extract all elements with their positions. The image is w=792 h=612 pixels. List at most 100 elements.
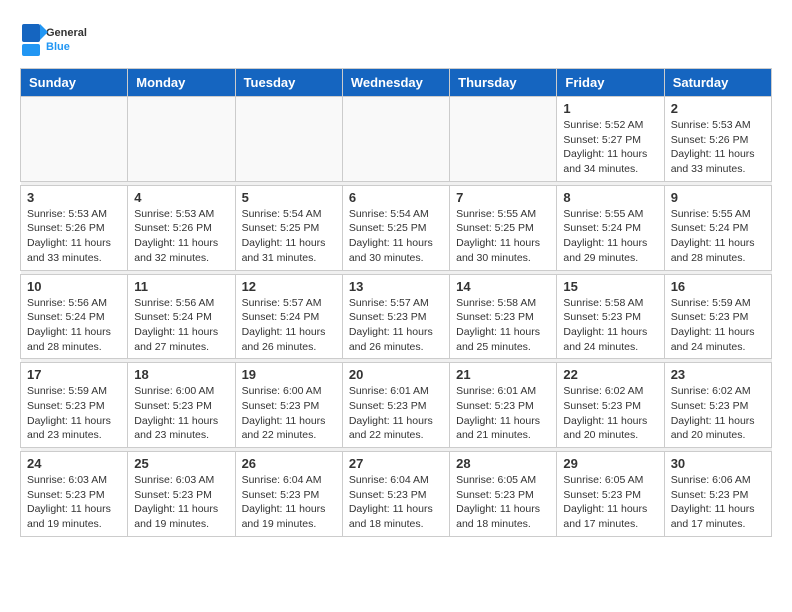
day-number: 24 (27, 456, 121, 471)
day-info: Sunrise: 5:54 AM Sunset: 5:25 PM Dayligh… (349, 207, 443, 266)
day-number: 21 (456, 367, 550, 382)
day-info: Sunrise: 5:53 AM Sunset: 5:26 PM Dayligh… (134, 207, 228, 266)
day-number: 16 (671, 279, 765, 294)
day-number: 19 (242, 367, 336, 382)
day-info: Sunrise: 6:05 AM Sunset: 5:23 PM Dayligh… (563, 473, 657, 532)
calendar-day-cell: 24 Sunrise: 6:03 AM Sunset: 5:23 PM Dayli… (21, 452, 128, 537)
calendar-day-cell: 6 Sunrise: 5:54 AM Sunset: 5:25 PM Daylig… (342, 185, 449, 270)
day-number: 26 (242, 456, 336, 471)
day-info: Sunrise: 5:55 AM Sunset: 5:24 PM Dayligh… (671, 207, 765, 266)
day-number: 6 (349, 190, 443, 205)
day-number: 23 (671, 367, 765, 382)
day-number: 8 (563, 190, 657, 205)
calendar-day-cell (342, 97, 449, 182)
day-number: 30 (671, 456, 765, 471)
logo: General Blue (20, 20, 100, 60)
day-number: 9 (671, 190, 765, 205)
day-info: Sunrise: 5:58 AM Sunset: 5:23 PM Dayligh… (456, 296, 550, 355)
calendar-day-cell: 23 Sunrise: 6:02 AM Sunset: 5:23 PM Dayli… (664, 363, 771, 448)
day-number: 22 (563, 367, 657, 382)
calendar-day-header: Thursday (450, 69, 557, 97)
day-info: Sunrise: 5:56 AM Sunset: 5:24 PM Dayligh… (27, 296, 121, 355)
day-info: Sunrise: 6:00 AM Sunset: 5:23 PM Dayligh… (134, 384, 228, 443)
day-info: Sunrise: 6:03 AM Sunset: 5:23 PM Dayligh… (27, 473, 121, 532)
day-number: 25 (134, 456, 228, 471)
calendar-day-cell: 4 Sunrise: 5:53 AM Sunset: 5:26 PM Daylig… (128, 185, 235, 270)
day-info: Sunrise: 6:02 AM Sunset: 5:23 PM Dayligh… (563, 384, 657, 443)
calendar-day-cell: 29 Sunrise: 6:05 AM Sunset: 5:23 PM Dayli… (557, 452, 664, 537)
calendar-day-cell: 27Sunrise: 6:04 AM Sunset: 5:23 PM Dayli… (342, 452, 449, 537)
day-info: Sunrise: 5:57 AM Sunset: 5:23 PM Dayligh… (349, 296, 443, 355)
calendar-week-row: 3 Sunrise: 5:53 AM Sunset: 5:26 PM Daylig… (21, 185, 772, 270)
day-number: 11 (134, 279, 228, 294)
calendar-day-cell: 1 Sunrise: 5:52 AM Sunset: 5:27 PM Daylig… (557, 97, 664, 182)
calendar-day-cell: 25 Sunrise: 6:03 AM Sunset: 5:23 PM Dayli… (128, 452, 235, 537)
day-info: Sunrise: 6:05 AM Sunset: 5:23 PM Dayligh… (456, 473, 550, 532)
calendar-day-cell: 9 Sunrise: 5:55 AM Sunset: 5:24 PM Daylig… (664, 185, 771, 270)
day-info: Sunrise: 5:59 AM Sunset: 5:23 PM Dayligh… (671, 296, 765, 355)
calendar-day-cell (128, 97, 235, 182)
day-number: 4 (134, 190, 228, 205)
calendar-day-cell: 3 Sunrise: 5:53 AM Sunset: 5:26 PM Daylig… (21, 185, 128, 270)
svg-text:Blue: Blue (46, 41, 70, 53)
calendar-day-cell: 14 Sunrise: 5:58 AM Sunset: 5:23 PM Dayli… (450, 274, 557, 359)
calendar-day-cell: 26 Sunrise: 6:04 AM Sunset: 5:23 PM Dayli… (235, 452, 342, 537)
calendar-day-header: Tuesday (235, 69, 342, 97)
calendar-day-cell: 30Sunrise: 6:06 AM Sunset: 5:23 PM Dayli… (664, 452, 771, 537)
calendar-day-cell: 2Sunrise: 5:53 AM Sunset: 5:26 PM Daylig… (664, 97, 771, 182)
calendar-day-cell: 17Sunrise: 5:59 AM Sunset: 5:23 PM Dayli… (21, 363, 128, 448)
day-info: Sunrise: 5:54 AM Sunset: 5:25 PM Dayligh… (242, 207, 336, 266)
day-number: 14 (456, 279, 550, 294)
day-number: 18 (134, 367, 228, 382)
calendar-day-cell: 19 Sunrise: 6:00 AM Sunset: 5:23 PM Dayli… (235, 363, 342, 448)
calendar-week-row: 1 Sunrise: 5:52 AM Sunset: 5:27 PM Daylig… (21, 97, 772, 182)
calendar-day-cell: 7Sunrise: 5:55 AM Sunset: 5:25 PM Daylig… (450, 185, 557, 270)
calendar-day-header: Wednesday (342, 69, 449, 97)
calendar-day-cell: 16 Sunrise: 5:59 AM Sunset: 5:23 PM Dayli… (664, 274, 771, 359)
calendar-day-cell: 21Sunrise: 6:01 AM Sunset: 5:23 PM Dayli… (450, 363, 557, 448)
day-number: 17 (27, 367, 121, 382)
day-number: 12 (242, 279, 336, 294)
day-number: 3 (27, 190, 121, 205)
day-info: Sunrise: 5:53 AM Sunset: 5:26 PM Dayligh… (27, 207, 121, 266)
calendar-day-cell (21, 97, 128, 182)
calendar-day-cell: 8 Sunrise: 5:55 AM Sunset: 5:24 PM Daylig… (557, 185, 664, 270)
day-info: Sunrise: 6:04 AM Sunset: 5:23 PM Dayligh… (242, 473, 336, 532)
logo-svg: General Blue (20, 20, 100, 60)
day-number: 13 (349, 279, 443, 294)
calendar-day-cell: 13 Sunrise: 5:57 AM Sunset: 5:23 PM Dayli… (342, 274, 449, 359)
day-info: Sunrise: 5:52 AM Sunset: 5:27 PM Dayligh… (563, 118, 657, 177)
calendar-header-row: SundayMondayTuesdayWednesdayThursdayFrid… (21, 69, 772, 97)
day-info: Sunrise: 6:00 AM Sunset: 5:23 PM Dayligh… (242, 384, 336, 443)
calendar-week-row: 24 Sunrise: 6:03 AM Sunset: 5:23 PM Dayli… (21, 452, 772, 537)
calendar-day-header: Saturday (664, 69, 771, 97)
day-info: Sunrise: 5:58 AM Sunset: 5:23 PM Dayligh… (563, 296, 657, 355)
calendar-day-cell: 18 Sunrise: 6:00 AM Sunset: 5:23 PM Dayli… (128, 363, 235, 448)
calendar-day-cell: 28 Sunrise: 6:05 AM Sunset: 5:23 PM Dayli… (450, 452, 557, 537)
day-number: 5 (242, 190, 336, 205)
calendar-day-cell: 12Sunrise: 5:57 AM Sunset: 5:24 PM Dayli… (235, 274, 342, 359)
calendar-table: SundayMondayTuesdayWednesdayThursdayFrid… (20, 68, 772, 537)
day-number: 20 (349, 367, 443, 382)
svg-text:General: General (46, 27, 87, 39)
calendar-week-row: 17Sunrise: 5:59 AM Sunset: 5:23 PM Dayli… (21, 363, 772, 448)
day-number: 2 (671, 101, 765, 116)
day-number: 1 (563, 101, 657, 116)
day-info: Sunrise: 6:04 AM Sunset: 5:23 PM Dayligh… (349, 473, 443, 532)
day-number: 29 (563, 456, 657, 471)
calendar-day-cell: 10 Sunrise: 5:56 AM Sunset: 5:24 PM Dayli… (21, 274, 128, 359)
calendar-day-cell (450, 97, 557, 182)
day-info: Sunrise: 6:02 AM Sunset: 5:23 PM Dayligh… (671, 384, 765, 443)
calendar-day-cell (235, 97, 342, 182)
day-info: Sunrise: 5:55 AM Sunset: 5:24 PM Dayligh… (563, 207, 657, 266)
day-info: Sunrise: 6:01 AM Sunset: 5:23 PM Dayligh… (349, 384, 443, 443)
day-number: 28 (456, 456, 550, 471)
day-info: Sunrise: 6:03 AM Sunset: 5:23 PM Dayligh… (134, 473, 228, 532)
day-info: Sunrise: 5:56 AM Sunset: 5:24 PM Dayligh… (134, 296, 228, 355)
calendar-day-cell: 22 Sunrise: 6:02 AM Sunset: 5:23 PM Dayli… (557, 363, 664, 448)
calendar-week-row: 10 Sunrise: 5:56 AM Sunset: 5:24 PM Dayli… (21, 274, 772, 359)
calendar-day-cell: 20 Sunrise: 6:01 AM Sunset: 5:23 PM Dayli… (342, 363, 449, 448)
day-number: 10 (27, 279, 121, 294)
day-number: 15 (563, 279, 657, 294)
calendar-day-cell: 11 Sunrise: 5:56 AM Sunset: 5:24 PM Dayli… (128, 274, 235, 359)
